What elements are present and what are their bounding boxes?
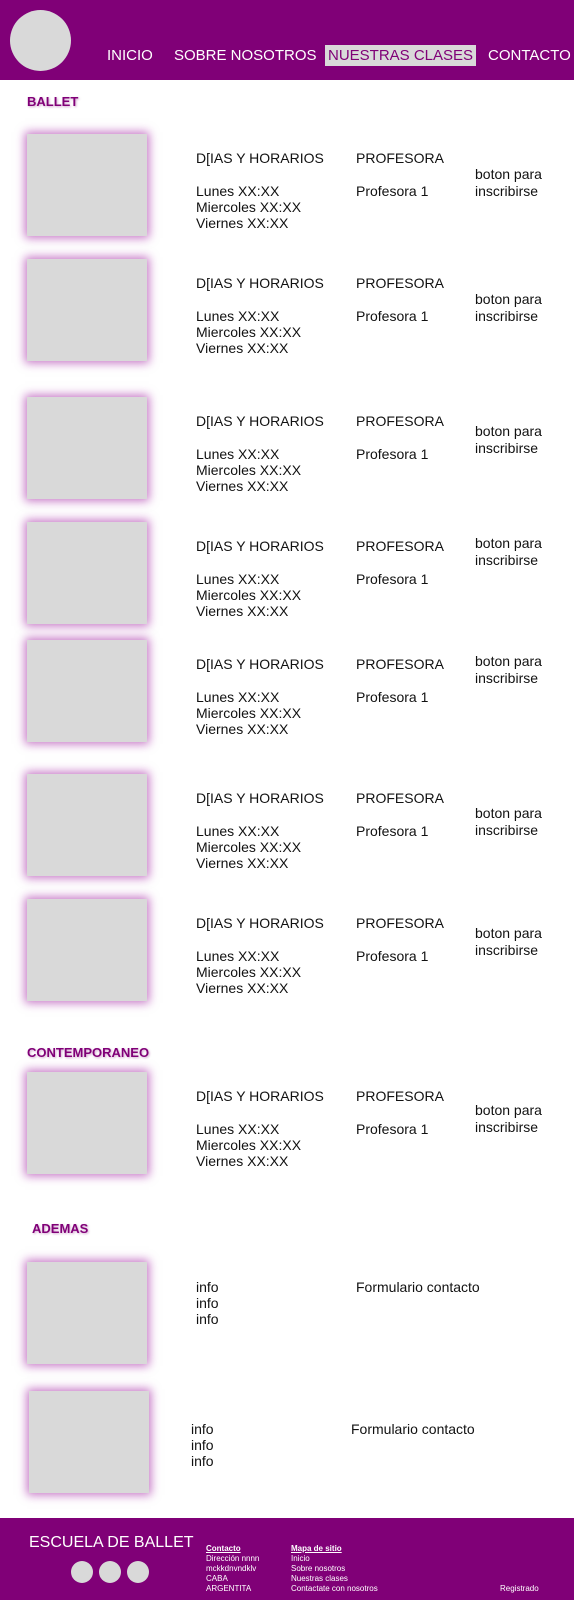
teacher-name: Profesora 1 (356, 446, 429, 462)
schedule-line: Lunes XX:XX (196, 308, 280, 324)
footer-contact-line: Dirección nnnn (206, 1554, 260, 1563)
schedule-header: D[IAS Y HORARIOS (196, 538, 324, 554)
footer-contact-line: CABA (206, 1574, 228, 1583)
info-line: info (191, 1453, 214, 1469)
schedule-line: Miercoles XX:XX (196, 462, 302, 478)
footer-sitemap-link-inicio[interactable]: Inicio (291, 1554, 310, 1564)
schedule-line: Viernes XX:XX (196, 980, 289, 996)
teacher-name: Profesora 1 (356, 571, 429, 587)
schedule-line: Lunes XX:XX (196, 1121, 280, 1137)
enroll-button[interactable]: boton para inscribirse (475, 1102, 565, 1135)
section-title-ademas: ADEMAS (32, 1221, 89, 1236)
footer-sitemap-title: Mapa de sitio (291, 1544, 342, 1553)
enroll-button[interactable]: boton para inscribirse (475, 535, 565, 568)
contact-form-link[interactable]: Formulario contacto (351, 1421, 475, 1438)
nav-inicio[interactable]: INICIO (107, 47, 153, 64)
footer-registered: Registrado (500, 1584, 539, 1593)
enroll-button[interactable]: boton para inscribirse (475, 291, 565, 324)
schedule-line: Miercoles XX:XX (196, 839, 302, 855)
schedule-header: D[IAS Y HORARIOS (196, 150, 324, 166)
schedule-header: D[IAS Y HORARIOS (196, 656, 324, 672)
class-image (27, 899, 147, 1001)
teacher-name: Profesora 1 (356, 948, 429, 964)
schedule-header: D[IAS Y HORARIOS (196, 790, 324, 806)
class-image (27, 522, 147, 624)
teacher-header: PROFESORA (356, 790, 444, 806)
class-image (27, 259, 147, 361)
info-line: info (196, 1311, 219, 1327)
schedule-header: D[IAS Y HORARIOS (196, 413, 324, 429)
nav-contacto[interactable]: CONTACTO (488, 47, 571, 64)
footer-contact-line: ARGENTITA (206, 1584, 252, 1593)
schedule-header: D[IAS Y HORARIOS (196, 275, 324, 291)
schedule-line: Miercoles XX:XX (196, 199, 302, 215)
schedule-header: D[IAS Y HORARIOS (196, 915, 324, 931)
schedule-line: Miercoles XX:XX (196, 1137, 302, 1153)
teacher-header: PROFESORA (356, 915, 444, 931)
class-image (27, 134, 147, 236)
footer-brand: ESCUELA DE BALLET (29, 1534, 194, 1551)
footer-sitemap-link-sobre-nosotros[interactable]: Sobre nosotros (291, 1564, 345, 1574)
section-title-ballet: BALLET (27, 94, 79, 109)
social-icon-3[interactable] (127, 1561, 149, 1583)
info-line: info (191, 1437, 214, 1453)
footer-sitemap-link-contacto[interactable]: Contactate con nosotros (291, 1584, 378, 1594)
site-header: INICIO SOBRE NOSOTROS NUESTRAS CLASES CO… (0, 0, 574, 80)
schedule-line: Miercoles XX:XX (196, 324, 302, 340)
footer-sitemap-link-nuestras-clases[interactable]: Nuestras clases (291, 1574, 348, 1584)
schedule-line: Viernes XX:XX (196, 215, 289, 231)
enroll-button[interactable]: boton para inscribirse (475, 653, 565, 686)
schedule-line: Lunes XX:XX (196, 948, 280, 964)
teacher-name: Profesora 1 (356, 183, 429, 199)
enroll-button[interactable]: boton para inscribirse (475, 423, 565, 456)
nav-nuestras-clases[interactable]: NUESTRAS CLASES (325, 45, 477, 66)
info-line: info (196, 1295, 219, 1311)
teacher-header: PROFESORA (356, 413, 444, 429)
teacher-header: PROFESORA (356, 1088, 444, 1104)
info-line: info (196, 1279, 219, 1295)
schedule-line: Viernes XX:XX (196, 478, 289, 494)
contact-form-link[interactable]: Formulario contacto (356, 1279, 480, 1296)
teacher-name: Profesora 1 (356, 823, 429, 839)
footer-contact-line: mckkdnvndklv (206, 1564, 257, 1573)
schedule-header: D[IAS Y HORARIOS (196, 1088, 324, 1104)
schedule-line: Miercoles XX:XX (196, 705, 302, 721)
social-icon-1[interactable] (71, 1561, 93, 1583)
teacher-name: Profesora 1 (356, 1121, 429, 1137)
class-image (27, 1072, 147, 1174)
schedule-line: Miercoles XX:XX (196, 587, 302, 603)
teacher-header: PROFESORA (356, 656, 444, 672)
enroll-button[interactable]: boton para inscribirse (475, 166, 565, 199)
teacher-header: PROFESORA (356, 275, 444, 291)
schedule-line: Viernes XX:XX (196, 721, 289, 737)
teacher-name: Profesora 1 (356, 308, 429, 324)
schedule-line: Lunes XX:XX (196, 446, 280, 462)
nav-sobre-nosotros[interactable]: SOBRE NOSOTROS (174, 47, 317, 64)
schedule-line: Lunes XX:XX (196, 183, 280, 199)
teacher-name: Profesora 1 (356, 689, 429, 705)
schedule-line: Lunes XX:XX (196, 689, 280, 705)
schedule-line: Viernes XX:XX (196, 855, 289, 871)
schedule-line: Miercoles XX:XX (196, 964, 302, 980)
schedule-line: Viernes XX:XX (196, 340, 289, 356)
schedule-line: Lunes XX:XX (196, 823, 280, 839)
logo-placeholder[interactable] (10, 10, 71, 71)
extra-image (29, 1391, 149, 1493)
social-icon-2[interactable] (99, 1561, 121, 1583)
schedule-line: Viernes XX:XX (196, 1153, 289, 1169)
site-footer: ESCUELA DE BALLET Contacto Dirección nnn… (0, 1518, 574, 1600)
section-title-contemporaneo: CONTEMPORANEO (27, 1045, 150, 1060)
schedule-line: Lunes XX:XX (196, 571, 280, 587)
enroll-button[interactable]: boton para inscribirse (475, 805, 565, 838)
info-line: info (191, 1421, 214, 1437)
teacher-header: PROFESORA (356, 150, 444, 166)
schedule-line: Viernes XX:XX (196, 603, 289, 619)
class-image (27, 397, 147, 499)
enroll-button[interactable]: boton para inscribirse (475, 925, 565, 958)
teacher-header: PROFESORA (356, 538, 444, 554)
class-image (27, 774, 147, 876)
extra-image (27, 1262, 147, 1364)
class-image (27, 640, 147, 742)
footer-contact-title: Contacto (206, 1544, 241, 1553)
